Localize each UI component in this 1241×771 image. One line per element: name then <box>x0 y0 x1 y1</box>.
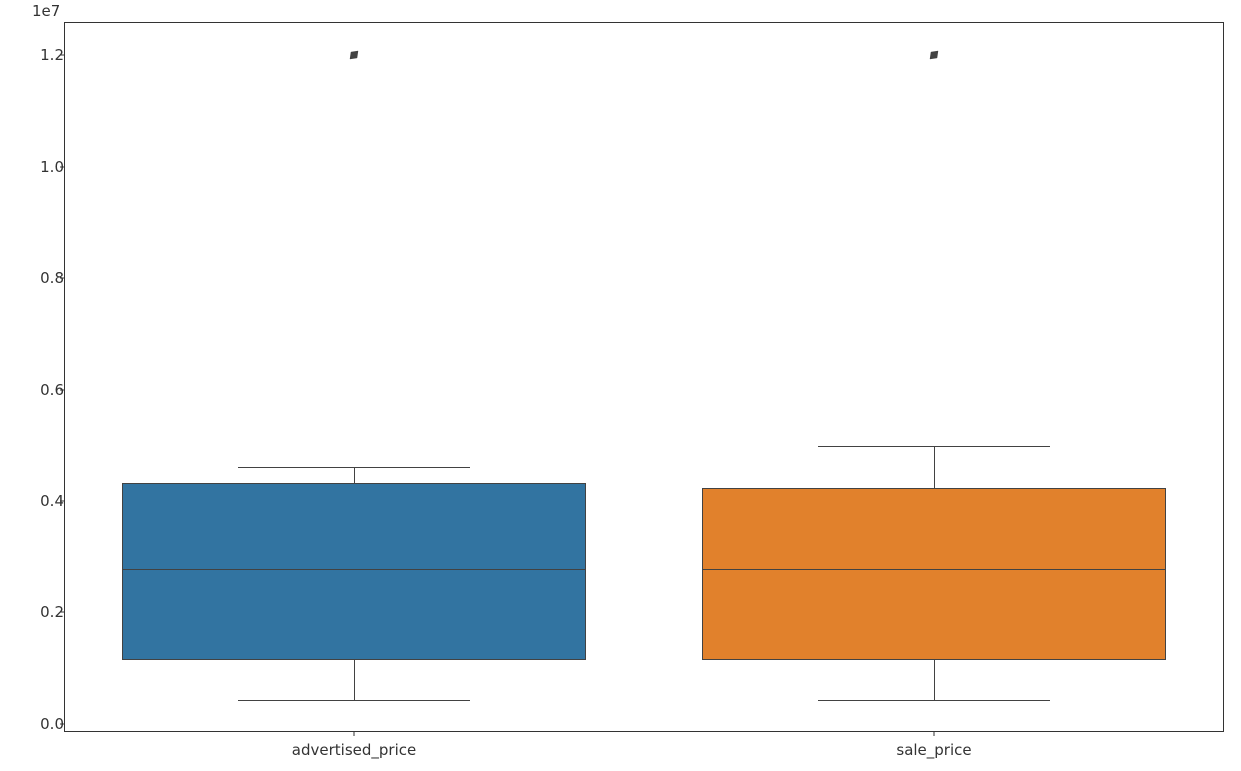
x-tick-mark <box>934 731 935 736</box>
x-tick-mark <box>354 731 355 736</box>
median-advertised_price <box>122 569 586 570</box>
y-axis-offset-text: 1e7 <box>32 2 60 20</box>
box-advertised_price <box>122 483 586 660</box>
cap-upper-sale_price <box>818 446 1050 447</box>
whisker-upper-sale_price <box>934 446 935 488</box>
boxplot-figure: 1e7 0.00.20.40.60.81.01.2 advertised_pri… <box>0 0 1241 771</box>
whisker-lower-advertised_price <box>354 660 355 700</box>
whisker-lower-sale_price <box>934 660 935 700</box>
median-sale_price <box>702 569 1166 570</box>
cap-upper-advertised_price <box>238 467 470 468</box>
x-tick-label: sale_price <box>896 741 971 759</box>
y-tick-mark <box>60 612 65 613</box>
y-tick-mark <box>60 166 65 167</box>
x-tick-label: advertised_price <box>292 741 416 759</box>
y-tick-mark <box>60 723 65 724</box>
y-tick-mark <box>60 55 65 56</box>
y-tick-mark <box>60 389 65 390</box>
cap-lower-sale_price <box>818 700 1050 701</box>
box-sale_price <box>702 488 1166 660</box>
y-tick-mark <box>60 278 65 279</box>
y-tick-mark <box>60 500 65 501</box>
cap-lower-advertised_price <box>238 700 470 701</box>
whisker-upper-advertised_price <box>354 467 355 483</box>
